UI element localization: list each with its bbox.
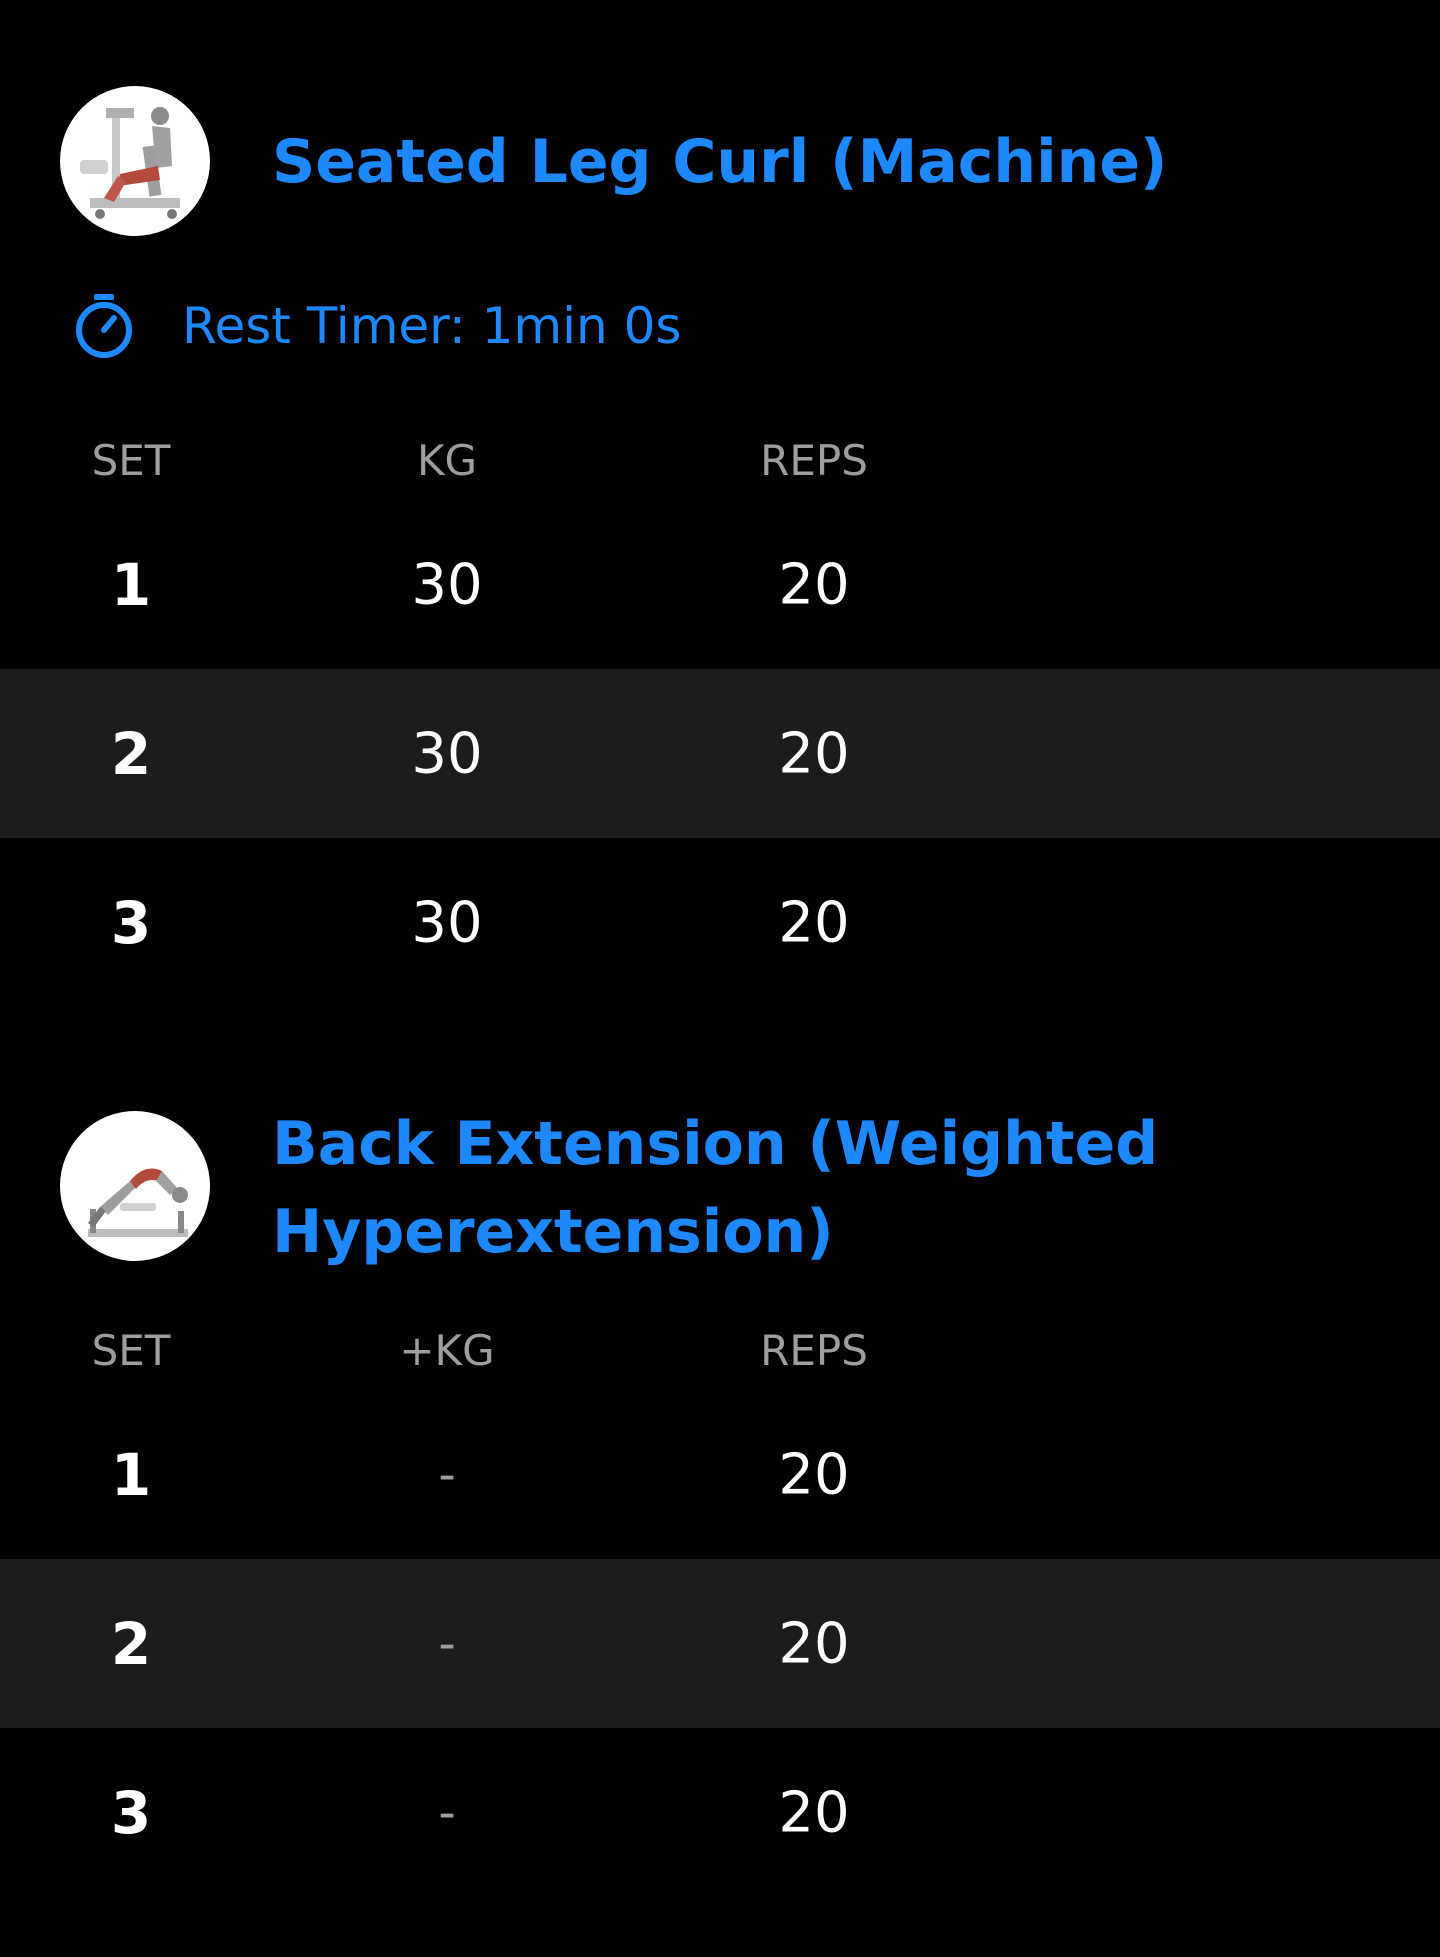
column-header-kg: KG (416, 436, 478, 485)
set-weight: 30 (411, 890, 483, 955)
exercise-title[interactable]: Back Extension (Weighted Hyperextension) (272, 1100, 1158, 1276)
set-weight: - (438, 1615, 456, 1672)
exercise-title-line: Hyperextension) (272, 1197, 834, 1267)
set-number: 1 (110, 1440, 152, 1509)
set-reps: 20 (778, 1611, 850, 1676)
column-header-reps: REPS (760, 436, 868, 485)
set-number: 1 (110, 550, 152, 619)
column-headers: SET +KG REPS (0, 1326, 1440, 1386)
set-row[interactable]: 2 - 20 (0, 1559, 1440, 1728)
rest-timer-button[interactable]: Rest Timer: 1min 0s (72, 290, 681, 362)
exercise-thumbnail[interactable] (60, 86, 210, 236)
back-extension-illustration (88, 1168, 188, 1237)
set-row[interactable]: 1 30 20 (0, 500, 1440, 669)
seated-leg-curl-illustration (80, 107, 180, 219)
set-reps: 20 (778, 552, 850, 617)
column-header-reps: REPS (760, 1326, 868, 1375)
set-number: 2 (110, 719, 152, 788)
set-number: 2 (110, 1609, 152, 1678)
set-reps: 20 (778, 890, 850, 955)
set-weight: - (438, 1446, 456, 1503)
set-weight: - (438, 1784, 456, 1841)
column-header-set: SET (91, 1326, 171, 1375)
rest-timer-label: Rest Timer: 1min 0s (182, 297, 682, 355)
column-header-kg: +KG (399, 1326, 495, 1375)
set-reps: 20 (778, 1780, 850, 1845)
set-weight: 30 (411, 721, 483, 786)
column-header-set: SET (91, 436, 171, 485)
set-reps: 20 (778, 1442, 850, 1507)
set-row[interactable]: 2 30 20 (0, 669, 1440, 838)
set-row[interactable]: 3 30 20 (0, 838, 1440, 1007)
set-number: 3 (110, 888, 152, 957)
exercise-title[interactable]: Seated Leg Curl (Machine) (272, 118, 1167, 206)
set-reps: 20 (778, 721, 850, 786)
stopwatch-icon (76, 294, 132, 358)
exercise-thumbnail[interactable] (60, 1111, 210, 1261)
set-number: 3 (110, 1778, 152, 1847)
set-weight: 30 (411, 552, 483, 617)
column-headers: SET KG REPS (0, 436, 1440, 496)
set-row[interactable]: 1 - 20 (0, 1390, 1440, 1559)
exercise-title-line: Back Extension (Weighted (272, 1109, 1159, 1179)
set-row[interactable]: 3 - 20 (0, 1728, 1440, 1897)
